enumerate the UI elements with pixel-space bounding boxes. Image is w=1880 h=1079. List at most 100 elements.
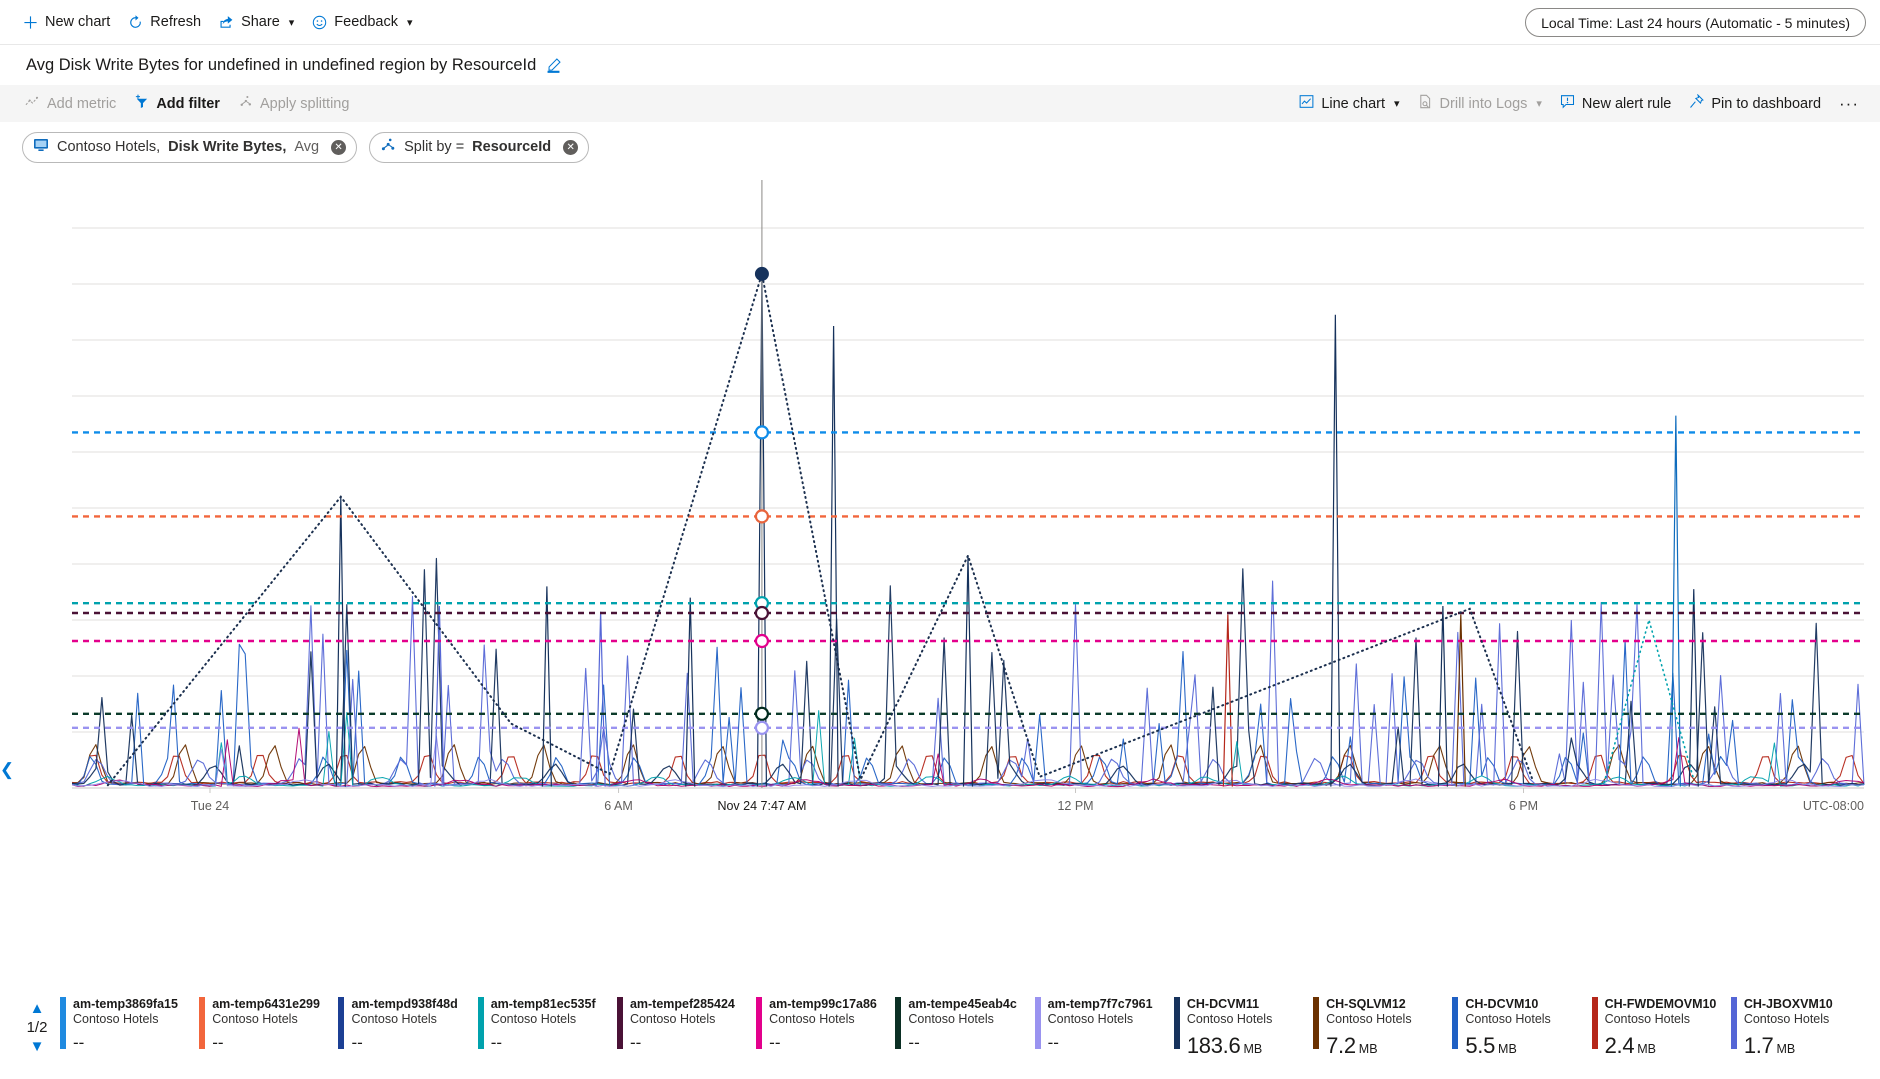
- chevron-left-icon[interactable]: ❮: [0, 757, 14, 783]
- legend-value-unit: MB: [1243, 1042, 1263, 1056]
- pin-to-dashboard-button[interactable]: Pin to dashboard: [1680, 90, 1830, 117]
- legend-item[interactable]: am-temp99c17a86 Contoso Hotels --: [756, 997, 895, 1059]
- chevron-down-icon[interactable]: ▼: [30, 1039, 45, 1055]
- legend-pager[interactable]: ▲ 1/2 ▼: [14, 997, 60, 1055]
- split-pill-close-icon[interactable]: ✕: [563, 139, 579, 155]
- new-alert-rule-button[interactable]: New alert rule: [1551, 90, 1680, 117]
- add-metric-button[interactable]: Add metric: [16, 90, 125, 117]
- legend-item[interactable]: am-temp81ec535f Contoso Hotels --: [477, 997, 617, 1059]
- metric-pill-metric: Disk Write Bytes,: [168, 139, 287, 155]
- legend-resource-name: Contoso Hotels: [1326, 1012, 1412, 1026]
- series-line[interactable]: [72, 557, 1865, 787]
- legend-value: --: [769, 1033, 877, 1053]
- add-filter-button[interactable]: Add filter: [125, 90, 229, 117]
- legend-item[interactable]: CH-FWDEMOVM10 Contoso Hotels 2.4 MB: [1591, 997, 1731, 1059]
- add-filter-icon: [134, 94, 149, 113]
- legend-value-number: --: [908, 1033, 920, 1052]
- hover-marker: [754, 605, 770, 621]
- x-axis-tick-label: 6 PM: [1509, 799, 1538, 813]
- legend-value-unit: MB: [1498, 1042, 1517, 1056]
- legend-value: --: [212, 1033, 320, 1053]
- legend-value: --: [491, 1033, 596, 1053]
- legend-resource-name: Contoso Hotels: [908, 1012, 994, 1026]
- timezone-label: UTC-08:00: [1803, 799, 1864, 813]
- legend-item[interactable]: am-temp6431e299 Contoso Hotels --: [199, 997, 338, 1059]
- legend-series-name: CH-JBOXVM10: [1743, 997, 1833, 1011]
- chart-container: ❮ 0B20MB40MB60MB80MB100MB120MB140MB160MB…: [0, 172, 1880, 962]
- hover-marker: [754, 720, 770, 735]
- legend-color-swatch: [1173, 997, 1180, 1049]
- chart-type-button[interactable]: Line chart ▾: [1290, 90, 1408, 117]
- more-options-button[interactable]: ···: [1830, 90, 1868, 117]
- series-line[interactable]: [72, 580, 1865, 786]
- share-button[interactable]: Share ▾: [210, 7, 303, 37]
- legend-value: --: [351, 1033, 457, 1053]
- hover-time-label: Nov 24 7:47 AM: [717, 799, 806, 813]
- chevron-down-icon: ▾: [406, 16, 413, 29]
- feedback-label: Feedback: [334, 14, 398, 30]
- chart-legend: ▲ 1/2 ▼ am-temp3869fa15 Contoso Hotels -- a…: [0, 987, 1880, 1079]
- legend-text: am-tempd938f48d Contoso Hotels --: [351, 997, 457, 1059]
- series-spike[interactable]: [962, 555, 974, 787]
- legend-item[interactable]: am-tempd938f48d Contoso Hotels --: [338, 997, 477, 1059]
- legend-item[interactable]: am-tempe45eab4c Contoso Hotels --: [895, 997, 1034, 1059]
- legend-resource-name: Contoso Hotels: [1604, 1012, 1691, 1026]
- legend-color-swatch: [616, 997, 623, 1049]
- plus-icon: [23, 15, 38, 30]
- legend-item[interactable]: CH-SQLVM12 Contoso Hotels 7.2 MB: [1313, 997, 1452, 1059]
- apply-splitting-button[interactable]: Apply splitting: [229, 90, 358, 117]
- chevron-up-icon[interactable]: ▲: [30, 1001, 45, 1017]
- legend-series-name: CH-DCVM10: [1465, 997, 1539, 1011]
- legend-series-name: CH-FWDEMOVM10: [1604, 997, 1717, 1011]
- legend-text: am-temp99c17a86 Contoso Hotels --: [769, 997, 877, 1059]
- line-chart-icon: [1299, 94, 1314, 113]
- legend-value-number: 7.2: [1326, 1033, 1356, 1058]
- metric-pill[interactable]: Contoso Hotels, Disk Write Bytes, Avg ✕: [22, 131, 358, 163]
- pencil-icon[interactable]: [546, 57, 561, 73]
- refresh-button[interactable]: Refresh: [119, 7, 210, 37]
- new-chart-button[interactable]: New chart: [14, 7, 119, 37]
- legend-value: --: [908, 1033, 1016, 1053]
- hover-marker: [754, 266, 769, 281]
- drill-into-logs-button[interactable]: Drill into Logs ▾: [1409, 90, 1551, 117]
- feedback-button[interactable]: Feedback ▾: [303, 7, 421, 37]
- series-spike[interactable]: [685, 597, 696, 787]
- series-spike[interactable]: [1330, 314, 1341, 787]
- series-spike[interactable]: [595, 611, 606, 787]
- legend-resource-name: Contoso Hotels: [212, 1012, 298, 1026]
- legend-item[interactable]: CH-JBOXVM10 Contoso Hotels 1.7 MB: [1730, 997, 1870, 1059]
- legend-series-name: am-temp6431e299: [212, 997, 320, 1011]
- legend-color-swatch: [60, 997, 66, 1049]
- series-spike[interactable]: [1437, 605, 1448, 787]
- legend-series-name: am-tempd938f48d: [351, 997, 458, 1011]
- legend-item[interactable]: am-temp3869fa15 Contoso Hotels --: [60, 997, 199, 1059]
- legend-series-name: am-temp3869fa15: [73, 997, 178, 1011]
- legend-series-name: am-temp81ec535f: [490, 997, 596, 1011]
- legend-series-name: am-tempe45eab4c: [908, 997, 1017, 1011]
- legend-item[interactable]: CH-DCVM10 Contoso Hotels 5.5 MB: [1452, 997, 1591, 1059]
- split-pill[interactable]: Split by = ResourceId ✕: [369, 131, 590, 163]
- series-dotted-trend[interactable]: [106, 273, 1534, 787]
- time-range-label: Local Time: Last 24 hours (Automatic - 5…: [1541, 14, 1850, 31]
- legend-resource-name: Contoso Hotels: [769, 1012, 855, 1026]
- smiley-icon: [312, 15, 327, 30]
- legend-item[interactable]: am-tempef285424 Contoso Hotels --: [616, 997, 756, 1059]
- legend-value: 5.5 MB: [1465, 1033, 1550, 1059]
- chart-type-label: Line chart: [1321, 95, 1386, 112]
- time-range-picker[interactable]: Local Time: Last 24 hours (Automatic - 5…: [1525, 8, 1866, 37]
- legend-color-swatch: [1730, 997, 1737, 1049]
- legend-value: --: [1048, 1033, 1153, 1053]
- apply-splitting-icon: [238, 94, 253, 113]
- drill-into-logs-label: Drill into Logs: [1439, 95, 1528, 112]
- pin-icon: [1689, 93, 1705, 113]
- chevron-down-icon: ▾: [288, 16, 295, 29]
- chart-plot-area[interactable]: 0B20MB40MB60MB80MB100MB120MB140MB160MB18…: [72, 180, 1870, 962]
- legend-item[interactable]: CH-DCVM11 Contoso Hotels 183.6 MB: [1173, 997, 1313, 1059]
- alert-rule-icon: [1560, 94, 1575, 113]
- metric-pill-close-icon[interactable]: ✕: [331, 139, 347, 155]
- metrics-line-chart[interactable]: 0B20MB40MB60MB80MB100MB120MB140MB160MB18…: [72, 180, 1870, 970]
- splitting-icon: [380, 137, 396, 157]
- ellipsis-icon: ···: [1839, 93, 1859, 113]
- page-title: Avg Disk Write Bytes for undefined in un…: [26, 55, 537, 74]
- legend-item[interactable]: am-temp7f7c7961 Contoso Hotels --: [1034, 997, 1174, 1059]
